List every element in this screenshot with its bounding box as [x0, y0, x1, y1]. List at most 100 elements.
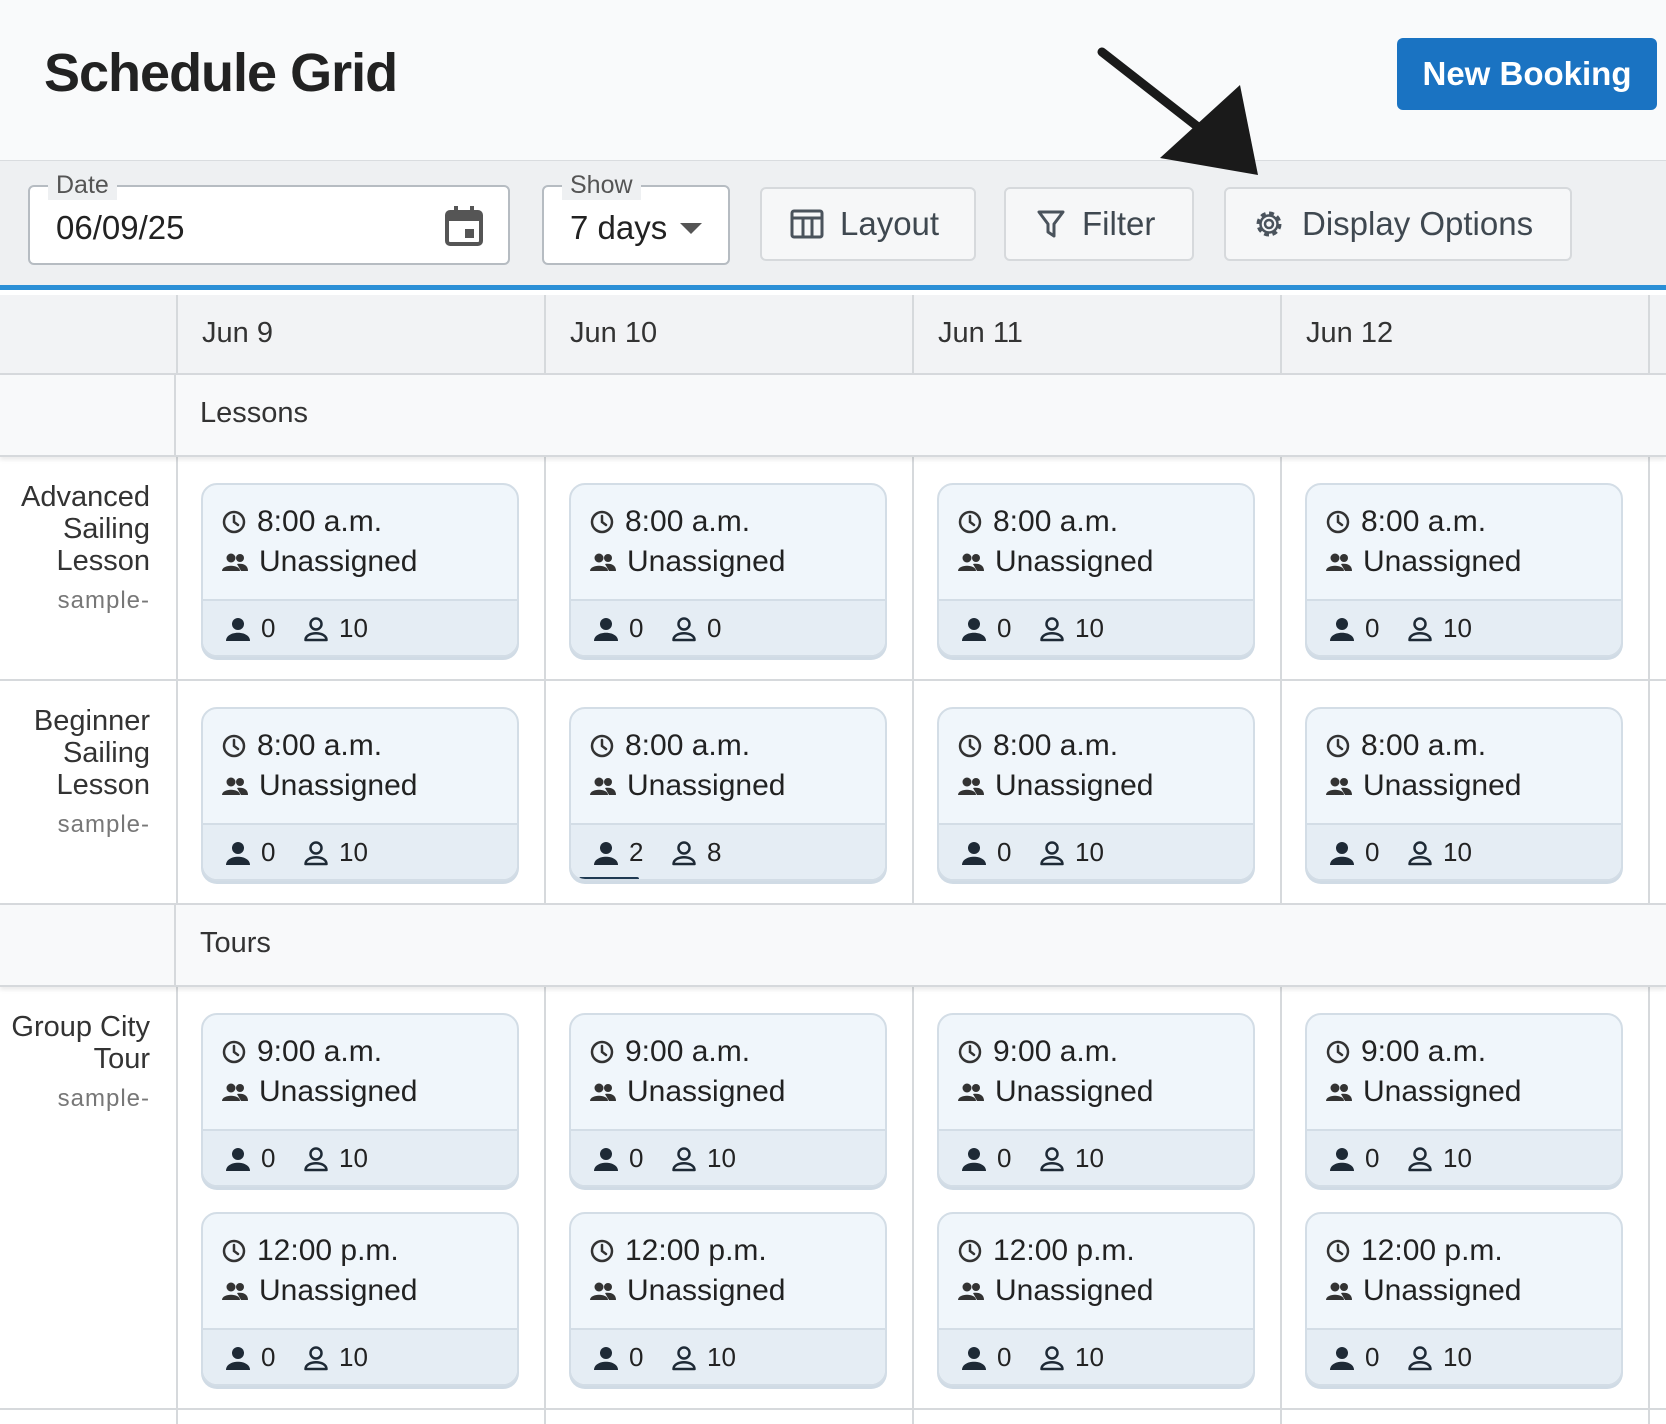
- row-label-subtitle: sample-: [57, 811, 150, 838]
- available-count: 0: [671, 613, 721, 644]
- booking-slot-card[interactable]: 8:00 a.m. Unassigned 0 10: [937, 707, 1255, 881]
- available-count-value: 10: [339, 1143, 368, 1173]
- booking-slot-card[interactable]: 8:00 a.m. Unassigned 0 10: [1305, 707, 1623, 881]
- show-select[interactable]: Show 7 days: [542, 171, 730, 265]
- slot-time-text: 8:00 a.m.: [625, 505, 751, 538]
- section-row-spacer: [0, 905, 176, 987]
- slot-time: 8:00 a.m.: [221, 505, 382, 539]
- booked-count: 0: [1329, 837, 1379, 868]
- clock-icon: [222, 734, 246, 758]
- available-count: 10: [1039, 837, 1104, 868]
- slot-assignee: Unassigned: [957, 545, 1153, 579]
- booked-count-value: 0: [629, 613, 644, 643]
- booking-slot-card[interactable]: 12:00 p.m. Unassigned 0 10: [569, 1212, 887, 1386]
- booking-slot-card[interactable]: 9:00 a.m. Unassigned 0 10: [937, 1013, 1255, 1187]
- layout-button[interactable]: Layout: [760, 187, 976, 261]
- day-header-row: Jun 9 Jun 10 Jun 11 Jun 12: [0, 295, 1666, 375]
- person-filled-icon: [962, 1147, 986, 1171]
- booking-slot-card[interactable]: 9:00 a.m. Unassigned 0 10: [201, 1013, 519, 1187]
- available-count: 10: [1407, 837, 1472, 868]
- booking-slot-card[interactable]: 8:00 a.m. Unassigned 0 10: [201, 707, 519, 881]
- available-count: 10: [671, 1143, 736, 1174]
- person-outline-icon: [1408, 1345, 1432, 1370]
- calendar-icon[interactable]: [444, 205, 484, 247]
- chevron-down-icon[interactable]: [680, 223, 702, 234]
- available-count-value: 10: [1443, 1143, 1472, 1173]
- row-label: Advanced Sailing Lesson sample-: [0, 481, 150, 617]
- person-filled-icon: [594, 617, 618, 641]
- booking-slot-card[interactable]: 9:00 a.m. Unassigned 0 10: [569, 1013, 887, 1187]
- slot-capacity: 0 10: [1307, 599, 1621, 655]
- person-filled-icon: [594, 1346, 618, 1370]
- person-outline-icon: [672, 616, 696, 641]
- booked-count: 0: [225, 1342, 275, 1373]
- show-value[interactable]: 7 days: [570, 209, 667, 247]
- slot-time: 8:00 a.m.: [957, 729, 1118, 763]
- slot-assignee: Unassigned: [589, 1274, 785, 1308]
- slot-capacity: 0 10: [571, 1129, 885, 1185]
- booked-count: 0: [961, 1342, 1011, 1373]
- slot-assignee: Unassigned: [1325, 545, 1521, 579]
- slot-time-text: 8:00 a.m.: [1361, 729, 1487, 762]
- people-icon: [222, 1083, 248, 1101]
- slot-assignee-text: Unassigned: [995, 1274, 1154, 1307]
- display-options-button[interactable]: Display Options: [1224, 187, 1572, 261]
- booked-count: 0: [1329, 1143, 1379, 1174]
- booked-count-value: 0: [997, 1143, 1012, 1173]
- day-header: Jun 9: [176, 295, 546, 375]
- booking-slot-card[interactable]: 12:00 p.m. Unassigned 0 10: [1305, 1212, 1623, 1386]
- booking-slot-card[interactable]: 8:00 a.m. Unassigned 2 8: [569, 707, 887, 881]
- show-select-label: Show: [562, 171, 641, 200]
- booked-count: 0: [1329, 613, 1379, 644]
- slot-capacity: 00: [571, 599, 885, 655]
- slot-time-text: 9:00 a.m.: [625, 1035, 751, 1068]
- new-booking-button[interactable]: New Booking: [1397, 38, 1657, 110]
- day-header: Jun 12: [1280, 295, 1650, 375]
- person-filled-icon: [594, 1147, 618, 1171]
- booking-slot-card[interactable]: 12:00 p.m. Unassigned 0 10: [937, 1212, 1255, 1386]
- person-filled-icon: [594, 841, 618, 865]
- slot-assignee: Unassigned: [221, 545, 417, 579]
- slot-capacity: 0 10: [203, 1129, 517, 1185]
- clock-icon: [958, 1040, 982, 1064]
- slot-assignee-text: Unassigned: [995, 769, 1154, 802]
- booking-slot-card[interactable]: 8:00 a.m. Unassigned 0 10: [201, 483, 519, 657]
- slot-assignee: Unassigned: [957, 1274, 1153, 1308]
- row-label-name: Group City Tour: [11, 1011, 150, 1075]
- clock-icon: [958, 1239, 982, 1263]
- booking-slot-card[interactable]: 8:00 a.m. Unassigned 0 10: [937, 483, 1255, 657]
- slot-assignee-text: Unassigned: [627, 769, 786, 802]
- available-count-value: 10: [339, 613, 368, 643]
- clock-icon: [590, 734, 614, 758]
- date-value[interactable]: 06/09/25: [56, 209, 184, 247]
- people-icon: [222, 553, 248, 571]
- date-field[interactable]: Date 06/09/25: [28, 171, 510, 265]
- slot-time: 8:00 a.m.: [221, 729, 382, 763]
- filter-button[interactable]: Filter: [1004, 187, 1194, 261]
- available-count: 10: [671, 1342, 736, 1373]
- clock-icon: [1326, 1040, 1350, 1064]
- person-filled-icon: [226, 841, 250, 865]
- slot-time: 12:00 p.m.: [589, 1234, 767, 1268]
- person-outline-icon: [1040, 616, 1064, 641]
- person-outline-icon: [1040, 1146, 1064, 1171]
- slot-time: 8:00 a.m.: [957, 505, 1118, 539]
- available-count: 10: [1407, 613, 1472, 644]
- booking-slot-card[interactable]: 12:00 p.m. Unassigned 0 10: [201, 1212, 519, 1386]
- slot-capacity: 0 10: [939, 823, 1253, 879]
- slot-time-text: 8:00 a.m.: [993, 505, 1119, 538]
- slot-capacity: 0 10: [203, 1328, 517, 1384]
- booking-slot-card[interactable]: 9:00 a.m. Unassigned 0 10: [1305, 1013, 1623, 1187]
- slot-time-text: 12:00 p.m.: [993, 1234, 1135, 1267]
- slot-time: 12:00 p.m.: [957, 1234, 1135, 1268]
- toolbar: Date 06/09/25 Show 7 days Layout Filter: [0, 160, 1666, 290]
- booked-count-value: 0: [997, 613, 1012, 643]
- person-filled-icon: [226, 617, 250, 641]
- slot-assignee: Unassigned: [221, 1075, 417, 1109]
- available-count: 10: [1407, 1143, 1472, 1174]
- booking-slot-card[interactable]: 8:00 a.m. Unassigned 0 0: [569, 483, 887, 657]
- people-icon: [1326, 777, 1352, 795]
- slot-time: 9:00 a.m.: [221, 1035, 382, 1069]
- booking-slot-card[interactable]: 8:00 a.m. Unassigned 0 10: [1305, 483, 1623, 657]
- slot-assignee: Unassigned: [589, 545, 785, 579]
